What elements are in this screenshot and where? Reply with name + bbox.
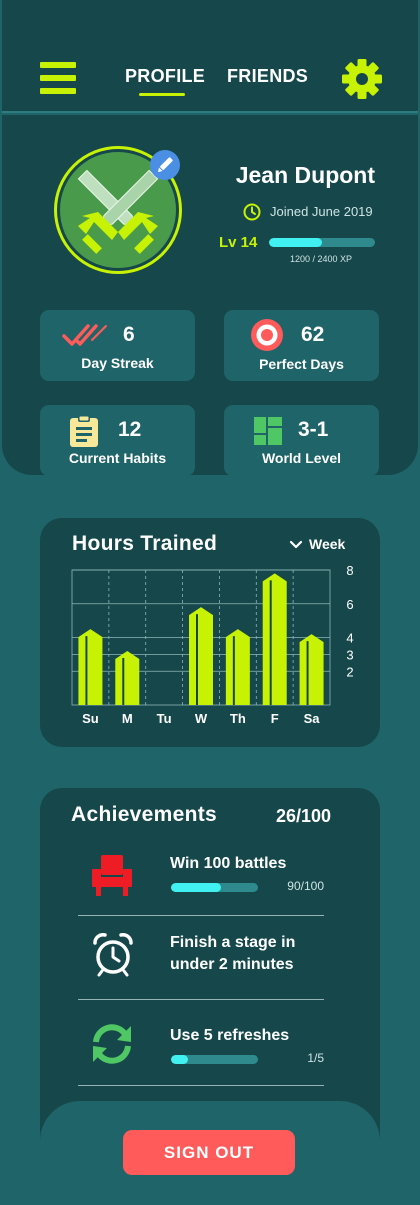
stat-card-day-streak[interactable]: 6 Day Streak: [40, 310, 195, 381]
achievement-progress-text: 1/5: [307, 1051, 324, 1065]
achievement-progress-fill: [171, 883, 221, 892]
divider: [78, 915, 324, 916]
armchair-icon: [92, 855, 132, 896]
bar-sa: [299, 634, 324, 705]
level-label: Lv 14: [219, 234, 258, 251]
stat-label: Current Habits: [68, 450, 167, 466]
achievements-count: 26/100: [276, 806, 332, 826]
bar-f: [262, 573, 287, 705]
double-check-icon: [62, 324, 107, 346]
tab-profile[interactable]: PROFILE: [125, 66, 205, 87]
x-tick-label: F: [271, 711, 279, 726]
alarm-clock-icon: [93, 933, 133, 977]
divider: [78, 1085, 324, 1086]
xp-text: 1200 / 2400 XP: [289, 254, 353, 264]
achievement-name: Use 5 refreshes: [170, 1027, 290, 1044]
stat-label: Day Streak: [81, 355, 154, 371]
edit-avatar-button[interactable]: [150, 150, 180, 180]
stat-value: 62: [301, 323, 325, 346]
y-tick-label: 4: [346, 631, 353, 646]
chevron-down-icon: [289, 540, 303, 549]
stat-label: Perfect Days: [259, 356, 344, 372]
achievement-progress-bar: [171, 883, 258, 892]
tab-friends[interactable]: FRIENDS: [227, 66, 308, 87]
y-tick-label: 2: [346, 664, 353, 679]
active-tab-indicator: [139, 93, 185, 96]
bar-m: [115, 651, 140, 705]
target-icon: [251, 319, 283, 351]
x-tick-label: Su: [82, 711, 99, 726]
y-tick-label: 6: [346, 597, 353, 612]
world-grid-icon: [254, 417, 282, 445]
stat-label: World Level: [261, 450, 342, 466]
joined-date: Joined June 2019: [270, 204, 373, 219]
stat-card-current-habits[interactable]: 12 Current Habits: [40, 405, 195, 476]
bar-su: [78, 629, 103, 705]
refresh-icon: [93, 1024, 131, 1064]
top-bar: PROFILE FRIENDS: [2, 0, 418, 113]
x-tick-label: Sa: [304, 711, 321, 726]
achievement-progress-bar: [171, 1055, 258, 1064]
achievement-name: Win 100 battles: [170, 855, 287, 872]
pencil-icon: [157, 157, 173, 173]
stat-card-perfect-days[interactable]: 62 Perfect Days: [224, 310, 379, 381]
x-tick-label: W: [195, 711, 208, 726]
x-tick-label: Tu: [157, 711, 172, 726]
y-tick-label: 3: [346, 647, 353, 662]
divider: [78, 999, 324, 1000]
hours-bar-chart: 2 34 6 8 Su M Tu W Th F Sa: [71, 563, 354, 726]
achievements-title: Achievements: [71, 803, 217, 826]
user-name: Jean Dupont: [235, 162, 375, 188]
sign-out-button[interactable]: SIGN OUT: [123, 1130, 295, 1175]
stat-value: 3-1: [298, 418, 329, 441]
clock-icon: [243, 203, 261, 221]
achievement-name: Finish a stage in under 2 minutes: [170, 934, 296, 973]
stat-card-world-level[interactable]: 3-1 World Level: [224, 405, 379, 476]
clipboard-icon: [70, 415, 98, 447]
bar-w: [189, 607, 213, 705]
hours-trained-title: Hours Trained: [72, 532, 218, 555]
range-dropdown-value: Week: [309, 536, 346, 552]
xp-progress-fill: [269, 238, 322, 247]
x-tick-label: M: [122, 711, 133, 726]
x-tick-label: Th: [230, 711, 246, 726]
stat-value: 12: [118, 418, 142, 441]
stat-value: 6: [123, 323, 135, 346]
y-tick-label: 8: [346, 563, 353, 578]
bar-th: [225, 629, 250, 705]
hamburger-menu-icon[interactable]: [40, 62, 76, 94]
achievement-progress-fill: [171, 1055, 189, 1064]
xp-progress-bar: [269, 238, 375, 247]
gear-icon[interactable]: [341, 58, 383, 100]
achievement-progress-text: 90/100: [287, 879, 324, 893]
